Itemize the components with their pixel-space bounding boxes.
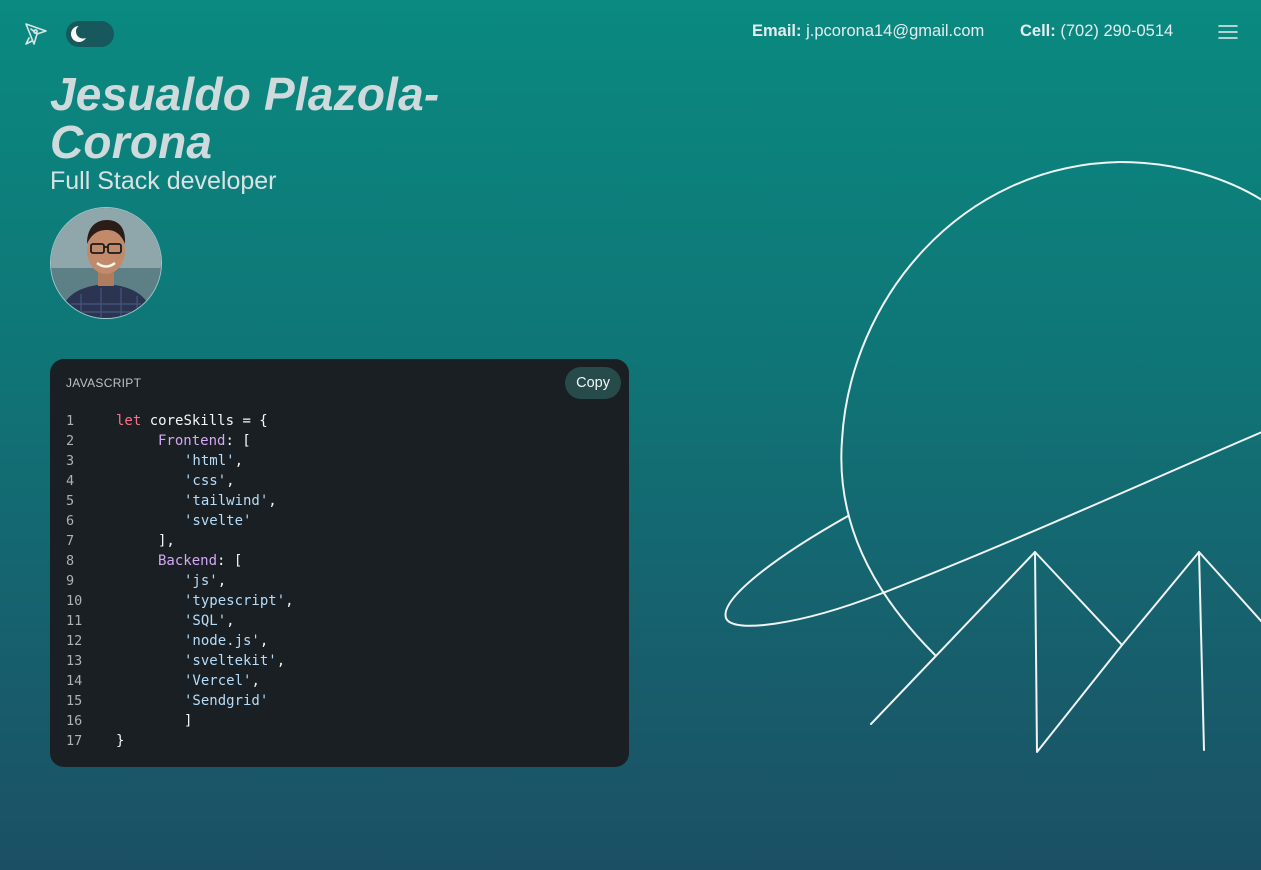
moon-icon [70,24,90,43]
code-line: 10 'typescript', [50,591,294,611]
code-token-str: 'Sendgrid' [184,693,269,709]
line-number: 5 [66,493,75,509]
code-block: JAVASCRIPT Copy 1 let coreSkills = { 2 Fron… [50,359,629,767]
code-line: 1 let coreSkills = { [50,411,294,431]
code-token-plain: , [226,473,235,489]
code-token-plain: ], [158,533,175,549]
code-line: 9 'js', [50,571,294,591]
line-number: 13 [66,653,83,669]
email-label: Email: [752,22,802,40]
code-text: 'tailwind', [102,493,277,509]
code-line: 7], [50,531,294,551]
code-text: 'sveltekit', [102,653,285,669]
planet-mountains-illustration [724,161,1261,753]
code-line: 8 Backend: [ [50,551,294,571]
code-token-plain: , [285,593,294,609]
code-line: 17} [50,731,294,751]
code-token-plain: , [259,633,269,649]
code-token-str: 'tailwind' [184,493,269,509]
line-number: 16 [66,713,83,729]
code-token-plain: , [268,493,277,509]
code-line: 14 'Vercel', [50,671,294,691]
line-number: 17 [66,733,83,749]
code-token-plain: , [217,573,227,589]
code-text: ], [102,533,175,549]
code-token-str: 'js' [184,573,218,589]
code-token-str: 'typescript' [184,593,286,609]
code-lines: 1 let coreSkills = {2 Frontend: [3'html', 4… [50,411,294,751]
line-number: 8 [66,553,75,569]
cell-value[interactable]: (702) 290-0514 [1060,22,1173,40]
code-token-plain: , [276,653,286,669]
code-text: 'Vercel', [102,673,260,689]
code-text: 'SQL', [102,613,235,629]
code-token-str: 'Vercel' [184,673,252,689]
hamburger-menu-icon[interactable] [1218,24,1238,40]
code-token-plain: , [226,613,235,629]
theme-toggle[interactable] [66,21,114,47]
code-text: 'js', [102,573,226,589]
line-number: 12 [66,633,83,649]
cell-label: Cell: [1020,22,1056,40]
line-number: 2 [66,433,75,449]
line-number: 1 [66,413,75,429]
code-line: 11 'SQL', [50,611,294,631]
code-text: let coreSkills = { [102,413,268,429]
code-token-kw: let [116,413,142,429]
code-text: 'typescript', [102,593,294,609]
line-number: 15 [66,693,83,709]
code-line: 12 'node.js', [50,631,294,651]
code-line: 3 'html', [50,451,294,471]
contact-email: Email: j.pcorona14@gmail.com [752,22,984,41]
code-text: } [102,733,124,749]
code-token-str: 'css' [184,473,227,489]
code-token-plain: , [251,673,260,689]
code-token-plain: , [234,453,244,469]
code-text: 'svelte' [102,513,251,529]
line-number: 3 [66,453,75,469]
code-text: ] [102,713,192,729]
code-token-str: 'html' [184,453,235,469]
code-token-plain: : [ [225,433,251,449]
code-text: 'Sendgrid' [102,693,268,709]
code-token-str: 'svelte' [184,513,252,529]
page-title: Jesualdo Plazola-Corona [50,68,440,168]
code-language-label: JAVASCRIPT [66,376,142,390]
code-token-plain: } [116,733,125,749]
code-text: Frontend: [ [102,433,251,449]
line-number: 10 [66,593,83,609]
code-line: 16] [50,711,294,731]
job-title: Full Stack developer [50,167,277,195]
code-text: 'css', [102,473,235,489]
contact-cell: Cell: (702) 290-0514 [1020,22,1173,41]
code-line: 2 Frontend: [ [50,431,294,451]
code-line: 6 'svelte' [50,511,294,531]
code-text: Backend: [ [102,553,242,569]
line-number: 4 [66,473,75,489]
line-number: 11 [66,613,83,629]
code-line: 15 'Sendgrid' [50,691,294,711]
line-number: 9 [66,573,75,589]
code-token-str: 'SQL' [184,613,227,629]
code-token-prop: Frontend [158,433,226,449]
avatar [50,207,162,319]
code-token-plain: : [ [217,553,243,569]
code-token-prop: Backend [158,553,218,569]
code-line: 5 'tailwind', [50,491,294,511]
code-text: 'node.js', [102,633,268,649]
rocket-logo-icon[interactable] [22,20,50,48]
line-number: 14 [66,673,83,689]
line-number: 7 [66,533,75,549]
code-line: 4 'css', [50,471,294,491]
code-token-str: 'node.js' [184,633,260,649]
copy-button[interactable]: Copy [565,367,621,399]
code-token-str: 'sveltekit' [184,653,277,669]
code-text: 'html', [102,453,243,469]
code-line: 13 'sveltekit', [50,651,294,671]
line-number: 6 [66,513,75,529]
code-token-plain: coreSkills = { [141,413,268,429]
code-token-plain: ] [184,713,193,729]
email-value[interactable]: j.pcorona14@gmail.com [806,22,984,40]
